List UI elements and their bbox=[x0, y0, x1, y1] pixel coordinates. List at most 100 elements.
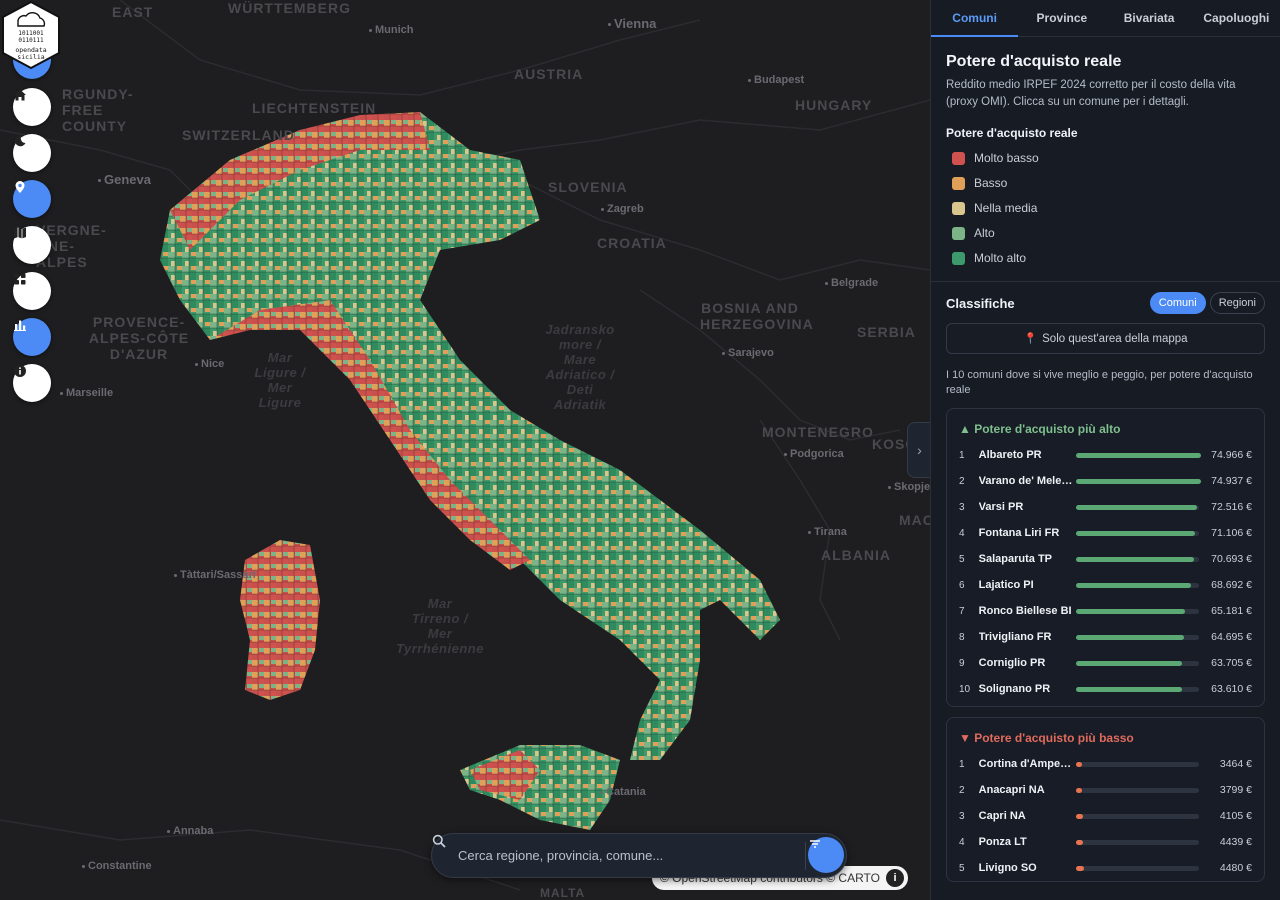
map-label-city: Skopje bbox=[888, 481, 930, 493]
chevron-right-icon: › bbox=[917, 442, 922, 458]
dark-mode-button[interactable] bbox=[13, 134, 51, 172]
sea-line: Tirreno / bbox=[411, 611, 469, 626]
moon-icon bbox=[14, 135, 26, 147]
home-button[interactable] bbox=[13, 88, 51, 126]
search-divider bbox=[805, 842, 806, 870]
map-icon bbox=[14, 227, 26, 239]
sidebar-panel: Comuni Province Bivariata Capoluoghi Pot… bbox=[930, 0, 1280, 900]
ranking-row[interactable]: 5 Livigno SO 4480 € bbox=[959, 855, 1252, 881]
grid-view-button[interactable] bbox=[13, 272, 51, 310]
ranking-bar bbox=[1075, 452, 1201, 458]
map-label-city: Vienna bbox=[608, 16, 656, 31]
ranking-row[interactable]: 10 Solignano PR 63.610 € bbox=[959, 676, 1252, 702]
opendata-sicilia-logo: 1011001 0110111 opendata sicilia bbox=[2, 0, 60, 70]
legend-item: Nella media bbox=[946, 201, 1265, 215]
ranking-value: 65.181 € bbox=[1211, 605, 1252, 617]
tab-province[interactable]: Province bbox=[1018, 0, 1105, 36]
ranking-comune-name: Salaparuta TP bbox=[978, 553, 1053, 565]
sea-line: Jadransko bbox=[545, 322, 615, 337]
top-ranking-box: ▲ Potere d'acquisto più alto 1 Albareto P… bbox=[946, 408, 1265, 707]
ranking-row[interactable]: 5 Salaparuta TP 70.693 € bbox=[959, 546, 1252, 572]
legend-label: Molto alto bbox=[974, 251, 1027, 265]
legend-swatch bbox=[952, 251, 965, 265]
ranking-comune-name: Corniglio PR bbox=[978, 657, 1046, 669]
map-label-sea: Mar Ligure / Mer Ligure bbox=[240, 350, 320, 410]
ranking-bar-fill bbox=[1075, 660, 1182, 666]
ranking-row[interactable]: 2 Anacapri NA 3799 € bbox=[959, 777, 1252, 803]
ranking-bar-fill bbox=[1075, 582, 1191, 588]
map-label-city: Geneva bbox=[98, 172, 151, 187]
collapse-sidebar-button[interactable]: › bbox=[907, 422, 930, 478]
choropleth-map[interactable]: EAST WÜRTTEMBERG AUSTRIA HUNGARY SLOVENI… bbox=[0, 0, 930, 900]
legend-item: Basso bbox=[946, 176, 1265, 190]
ranking-bar bbox=[1075, 787, 1199, 793]
tab-capoluoghi[interactable]: Capoluoghi bbox=[1193, 0, 1280, 36]
ranking-row[interactable]: 2 Varano de' Melegari PR 74.937 € bbox=[959, 468, 1252, 494]
map-label-city: Belgrade bbox=[825, 277, 878, 289]
ranking-position: 5 bbox=[959, 862, 965, 874]
panel-title: Potere d'acquisto reale bbox=[946, 53, 1122, 70]
panel-content: Potere d'acquisto reale Reddito medio IR… bbox=[931, 53, 1280, 882]
tab-bar: Comuni Province Bivariata Capoluoghi bbox=[931, 0, 1280, 37]
map-label-country: BOSNIA AND HERZEGOVINA bbox=[700, 300, 814, 332]
sea-line: Ligure bbox=[258, 395, 302, 410]
legend: Molto basso Basso Nella media Alto Molto alt… bbox=[946, 151, 1265, 265]
legend-swatch bbox=[952, 176, 965, 190]
ranking-row[interactable]: 4 Fontana Liri FR 71.106 € bbox=[959, 520, 1252, 546]
filter-button[interactable] bbox=[808, 837, 844, 873]
map-label-country: WÜRTTEMBERG bbox=[228, 0, 351, 16]
ranking-comune-name: Livigno SO bbox=[978, 862, 1037, 874]
ranking-comune-name: Albareto PR bbox=[978, 449, 1042, 461]
ranking-bar bbox=[1075, 556, 1199, 562]
tab-bivariata[interactable]: Bivariata bbox=[1106, 0, 1193, 36]
ranking-row[interactable]: 1 Albareto PR 74.966 € bbox=[959, 442, 1252, 468]
ranking-position: 3 bbox=[959, 501, 965, 513]
pill-regioni[interactable]: Regioni bbox=[1209, 292, 1265, 314]
divider bbox=[931, 281, 1280, 282]
rankings-title: Classifiche bbox=[946, 295, 1015, 311]
ranking-position: 3 bbox=[959, 810, 965, 822]
ranking-bar-fill bbox=[1075, 787, 1082, 793]
legend-label: Nella media bbox=[974, 201, 1038, 215]
map-label-sea: Jadransko more / Mare Adriatico / Deti A… bbox=[525, 322, 635, 412]
map-label-city: Zagreb bbox=[601, 203, 644, 215]
ranking-row[interactable]: 7 Ronco Biellese BI 65.181 € bbox=[959, 598, 1252, 624]
ranking-row[interactable]: 4 Ponza LT 4439 € bbox=[959, 829, 1252, 855]
app-root: EAST WÜRTTEMBERG AUSTRIA HUNGARY SLOVENI… bbox=[0, 0, 1280, 900]
ranking-bar-fill bbox=[1075, 608, 1185, 614]
ranking-row[interactable]: 3 Varsi PR 72.516 € bbox=[959, 494, 1252, 520]
ranking-bar bbox=[1075, 813, 1199, 819]
grid-icon bbox=[14, 273, 26, 285]
ranking-value: 74.966 € bbox=[1211, 449, 1252, 461]
ranking-bar bbox=[1075, 582, 1199, 588]
map-layers-button[interactable] bbox=[13, 226, 51, 264]
legend-item: Alto bbox=[946, 226, 1265, 240]
ranking-row[interactable]: 8 Trivigliano FR 64.695 € bbox=[959, 624, 1252, 650]
ranking-row[interactable]: 3 Capri NA 4105 € bbox=[959, 803, 1252, 829]
ranking-bar-fill bbox=[1075, 813, 1083, 819]
sea-line: Mer bbox=[427, 626, 453, 641]
map-label-country: ALBANIA bbox=[821, 547, 891, 563]
ranking-row[interactable]: 1 Cortina d'Ampezzo BL 3464 € bbox=[959, 751, 1252, 777]
legend-item: Molto alto bbox=[946, 251, 1265, 265]
map-label-city: Budapest bbox=[748, 74, 804, 86]
map-label-region: PROVENCE-ALPES-CÔTE D'AZUR bbox=[88, 314, 190, 362]
location-button[interactable] bbox=[13, 180, 51, 218]
map-label-city: Annaba bbox=[167, 825, 213, 837]
info-button[interactable] bbox=[13, 364, 51, 402]
map-label-city: Podgorica bbox=[784, 448, 844, 460]
ranking-position: 9 bbox=[959, 657, 965, 669]
charts-button[interactable] bbox=[13, 318, 51, 356]
ranking-comune-name: Solignano PR bbox=[978, 683, 1051, 695]
ranking-row[interactable]: 6 Lajatico PI 68.692 € bbox=[959, 572, 1252, 598]
pill-comuni[interactable]: Comuni bbox=[1149, 292, 1206, 314]
ranking-value: 63.610 € bbox=[1211, 683, 1252, 695]
tab-comuni[interactable]: Comuni bbox=[931, 0, 1019, 37]
map-area-filter-button[interactable]: 📍 Solo quest'area della mappa bbox=[946, 323, 1265, 354]
ranking-bar bbox=[1075, 839, 1199, 845]
search-input[interactable] bbox=[458, 848, 778, 863]
ranking-comune-name: Cortina d'Ampezzo BL bbox=[978, 758, 1076, 770]
attribution-info-icon[interactable]: i bbox=[886, 869, 904, 887]
ranking-row[interactable]: 9 Corniglio PR 63.705 € bbox=[959, 650, 1252, 676]
ranking-bar-fill bbox=[1075, 839, 1083, 845]
